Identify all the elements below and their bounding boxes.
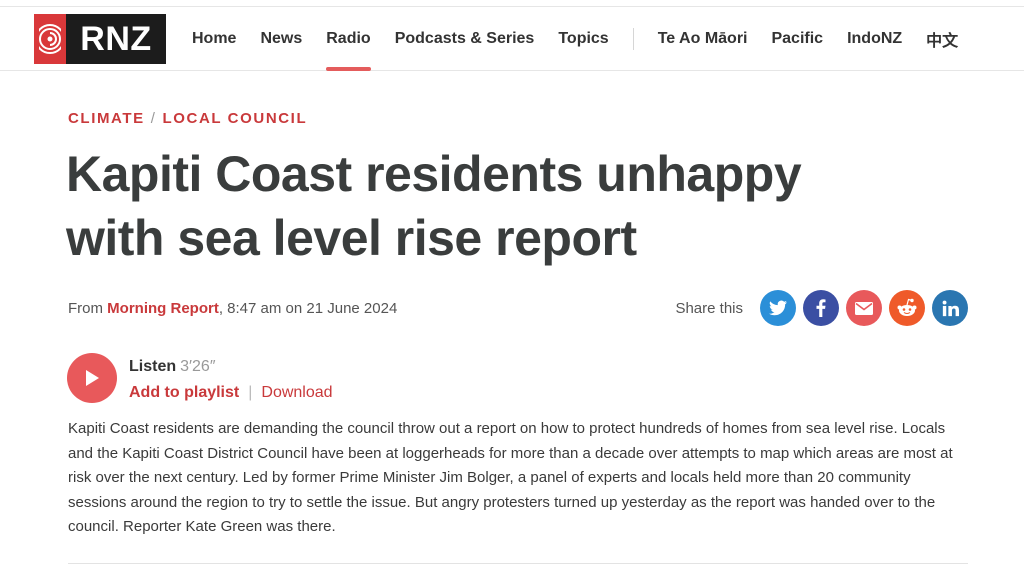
audio-actions: Add to playlist | Download [129, 384, 333, 402]
share-label: Share this [675, 299, 743, 317]
meta-from-label: From [68, 300, 103, 317]
nav-pacific[interactable]: Pacific [771, 7, 823, 71]
nav-news[interactable]: News [260, 7, 302, 71]
logo-text: RNZ [66, 14, 166, 64]
programme-link[interactable]: Morning Report [107, 300, 219, 317]
play-button[interactable] [67, 353, 117, 403]
nav-te-ao-maori[interactable]: Te Ao Māori [658, 7, 748, 71]
breadcrumb-climate[interactable]: CLIMATE [68, 110, 145, 127]
nav-home[interactable]: Home [192, 7, 236, 71]
linkedin-icon [942, 300, 959, 316]
share-bar: Share this [675, 290, 968, 326]
share-reddit-button[interactable] [889, 290, 925, 326]
article-meta: From Morning Report, 8:47 am on 21 June … [68, 300, 397, 317]
share-facebook-button[interactable] [803, 290, 839, 326]
reddit-icon [897, 298, 917, 316]
nav-radio[interactable]: Radio [326, 7, 372, 71]
actions-separator: | [248, 384, 253, 401]
email-icon [855, 301, 873, 315]
rnz-logo-mark-icon [34, 14, 66, 64]
rnz-logo[interactable]: RNZ [34, 14, 166, 64]
share-linkedin-button[interactable] [932, 290, 968, 326]
nav-divider [632, 28, 634, 50]
main-nav: Home News Radio Podcasts & Series Topics… [192, 7, 982, 71]
nav-topics[interactable]: Topics [558, 7, 608, 71]
play-icon [86, 370, 99, 386]
breadcrumb-separator: / [150, 110, 157, 127]
share-email-button[interactable] [846, 290, 882, 326]
facebook-icon [816, 299, 826, 317]
article-title: Kapiti Coast residents unhappy with sea … [66, 146, 802, 266]
share-twitter-button[interactable] [760, 290, 796, 326]
add-to-playlist-link[interactable]: Add to playlist [129, 384, 239, 401]
content-divider [68, 563, 968, 564]
site-header: RNZ Home News Radio Podcasts & Series To… [0, 7, 1024, 71]
breadcrumb: CLIMATE / LOCAL COUNCIL [68, 110, 307, 127]
nav-chinese[interactable]: 中文 [926, 7, 958, 71]
meta-datetime: , 8:47 am on 21 June 2024 [218, 300, 398, 317]
listen-label-row: Listen 3′26″ [129, 358, 215, 376]
breadcrumb-local-council[interactable]: LOCAL COUNCIL [163, 110, 308, 127]
listen-label: Listen [129, 358, 177, 375]
twitter-icon [769, 300, 787, 316]
article-summary: Kapiti Coast residents are demanding the… [68, 420, 953, 536]
nav-podcasts-series[interactable]: Podcasts & Series [395, 7, 535, 71]
audio-duration: 3′26″ [180, 358, 216, 375]
download-link[interactable]: Download [261, 384, 332, 401]
nav-indonz[interactable]: IndoNZ [847, 7, 902, 71]
